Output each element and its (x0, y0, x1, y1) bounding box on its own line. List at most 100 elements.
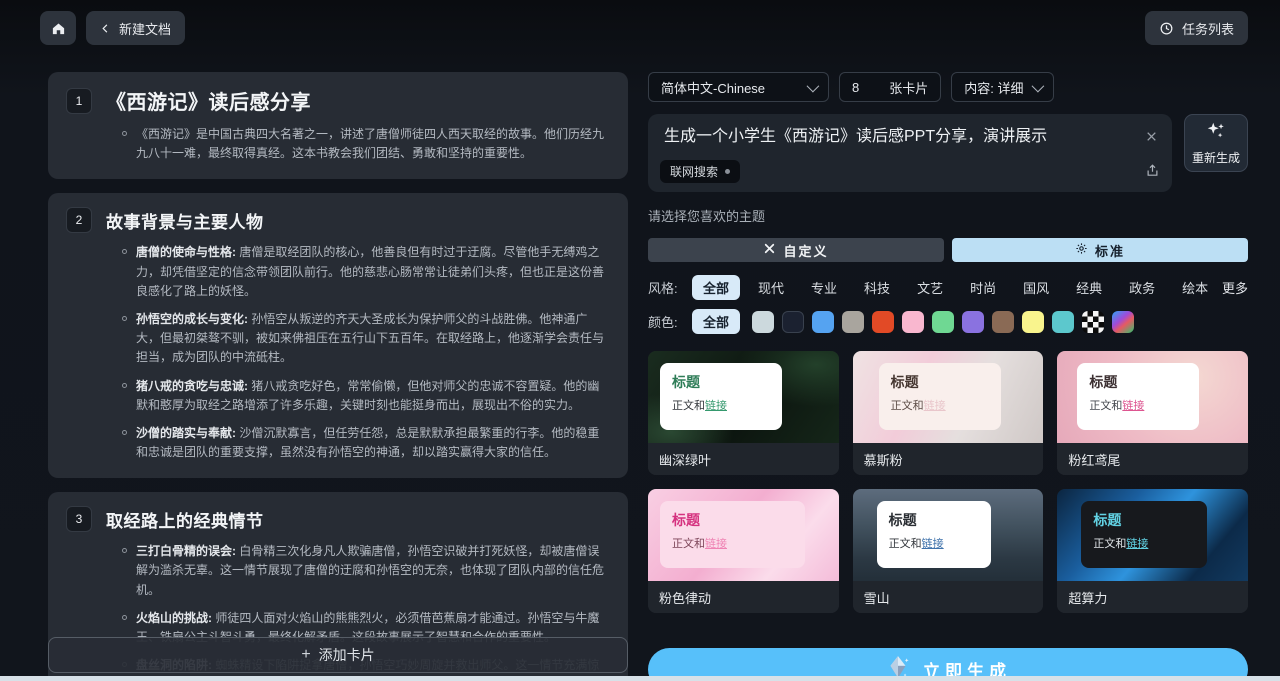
add-card-button[interactable]: + 添加卡片 (48, 637, 628, 673)
preview-link: 链接 (705, 538, 727, 550)
more-styles-button[interactable]: 更多 (1222, 278, 1248, 297)
style-option[interactable]: 时尚 (970, 275, 996, 300)
web-search-label: 联网搜索 (670, 165, 719, 179)
color-swatch-purple[interactable] (962, 310, 985, 333)
card-count-unit-label: 张卡片 (889, 80, 929, 96)
color-swatch-blue[interactable] (812, 310, 835, 333)
theme-thumbnail: 标题 正文和链接 (852, 489, 1044, 581)
theme-card-grid: 标题 正文和链接 幽深绿叶 标题 正文和链接 慕斯粉 标题 正文和链接 粉红鸢尾… (648, 351, 1248, 613)
generation-panel: 简体中文-Chinese 8 张卡片 内容: 详细 生成一个小学生《西游记》读后… (648, 72, 1248, 681)
color-swatch-orange-red[interactable] (872, 310, 895, 333)
theme-card[interactable]: 标题 正文和链接 粉红鸢尾 (1057, 351, 1248, 475)
gear-icon (1075, 242, 1088, 258)
theme-thumbnail: 标题 正文和链接 (648, 351, 839, 443)
color-swatch-yellow[interactable] (1022, 310, 1045, 333)
color-swatch-dark-navy[interactable] (782, 310, 805, 333)
color-all-button[interactable]: 全部 (692, 309, 741, 334)
style-option[interactable]: 科技 (864, 275, 890, 300)
bullet-item: 唐僧的使命与性格: 唐僧是取经团队的核心，他善良但有时过于迂腐。尽管他手无缚鸡之… (122, 243, 610, 301)
bullet-marker-icon (122, 548, 127, 554)
swatch-list (752, 310, 1135, 333)
style-option[interactable]: 专业 (811, 275, 837, 300)
bullet-list: 《西游记》是中国古典四大名著之一，讲述了唐僧师徒四人西天取经的故事。他们历经九九… (122, 125, 610, 163)
prompt-text[interactable]: 生成一个小学生《西游记》读后感PPT分享，演讲展示 (664, 127, 1132, 148)
color-swatch-pink[interactable] (902, 310, 925, 333)
style-options: 全部 现代 专业 科技 文艺 时尚 国风 经典 政务 绘本 自 (692, 275, 1222, 300)
preview-body-text: 正文和 (890, 400, 924, 412)
bullet-item: 孙悟空的成长与变化: 孙悟空从叛逆的齐天大圣成长为保护师父的斗战胜佛。他神通广大… (122, 310, 610, 368)
color-swatch-brown[interactable] (992, 310, 1015, 333)
outline-card[interactable]: 1 《西游记》读后感分享 《西游记》是中国古典四大名著之一，讲述了唐僧师徒四人西… (48, 72, 628, 180)
preview-body-text: 正文和 (1089, 400, 1123, 412)
share-upload-icon (1145, 163, 1160, 181)
theme-card[interactable]: 标题 正文和链接 幽深绿叶 (648, 351, 839, 475)
style-option[interactable]: 全部 (692, 275, 741, 300)
theme-thumbnail: 标题 正文和链接 (852, 351, 1044, 443)
tab-custom[interactable]: 自定义 (648, 238, 944, 262)
regenerate-button[interactable]: 重新生成 (1184, 114, 1248, 172)
home-button[interactable] (40, 11, 76, 45)
outline-card[interactable]: 2 故事背景与主要人物 唐僧的使命与性格: 唐僧是取经团队的核心，他善良但有时过… (48, 193, 628, 479)
color-swatch-black-white[interactable] (1082, 310, 1105, 333)
bullet-item: 沙僧的踏实与奉献: 沙僧沉默寡言，但任劳任怨，总是默默承担最繁重的行李。他的稳重… (122, 424, 610, 462)
home-icon (51, 21, 66, 36)
style-option[interactable]: 经典 (1076, 275, 1102, 300)
preview-body: 正文和链接 (1089, 397, 1187, 413)
color-swatch-light-gray[interactable] (752, 310, 775, 333)
style-option[interactable]: 绘本 (1182, 275, 1208, 300)
language-select[interactable]: 简体中文-Chinese (648, 72, 830, 102)
sparkles-icon (1205, 120, 1227, 145)
theme-name: 粉红鸢尾 (1057, 443, 1248, 475)
theme-name: 粉色律动 (648, 581, 839, 613)
preview-body: 正文和链接 (891, 397, 989, 413)
theme-card[interactable]: 标题 正文和链接 超算力 (1057, 489, 1248, 613)
preview-title: 标题 (890, 374, 919, 390)
style-option[interactable]: 文艺 (917, 275, 943, 300)
content-detail-value: 内容: 详细 (964, 80, 1024, 96)
bullet-marker-icon (122, 249, 127, 255)
style-option[interactable]: 现代 (758, 275, 784, 300)
prompt-footer: 联网搜索 (660, 160, 1160, 183)
theme-preview-slide: 标题 正文和链接 (876, 501, 992, 568)
plus-icon: + (301, 646, 311, 663)
topbar: 新建文档 任务列表 (0, 0, 1280, 56)
color-swatch-teal[interactable] (1052, 310, 1075, 333)
prompt-input[interactable]: 生成一个小学生《西游记》读后感PPT分享，演讲展示 联网搜索 (648, 114, 1172, 192)
color-filter-label: 颜色: (648, 315, 678, 330)
card-number: 3 (66, 506, 92, 533)
bullet-list: 唐僧的使命与性格: 唐僧是取经团队的核心，他善良但有时过于迂腐。尽管他手无缚鸡之… (122, 243, 610, 462)
theme-card[interactable]: 标题 正文和链接 雪山 (852, 489, 1044, 613)
theme-name: 幽深绿叶 (648, 443, 839, 475)
theme-card[interactable]: 标题 正文和链接 粉色律动 (648, 489, 839, 613)
color-swatch-green[interactable] (932, 310, 955, 333)
task-list-button[interactable]: 任务列表 (1144, 11, 1248, 45)
web-search-toggle[interactable]: 联网搜索 (660, 160, 741, 183)
style-option[interactable]: 国风 (1023, 275, 1049, 300)
theme-preview-slide: 标题 正文和链接 (878, 363, 1001, 430)
style-option[interactable]: 政务 (1129, 275, 1155, 300)
clear-prompt-button[interactable] (1145, 130, 1158, 146)
regenerate-label: 重新生成 (1191, 151, 1240, 165)
tab-standard[interactable]: 标准 (952, 238, 1248, 262)
preview-body: 正文和链接 (672, 535, 793, 551)
back-button[interactable]: 新建文档 (86, 11, 186, 45)
color-swatch-gray[interactable] (842, 310, 865, 333)
card-count-value[interactable]: 8 (852, 80, 859, 95)
card-number: 2 (66, 207, 92, 234)
color-swatch-multicolor[interactable] (1112, 310, 1135, 333)
theme-card[interactable]: 标题 正文和链接 慕斯粉 (852, 351, 1044, 475)
card-count-control[interactable]: 8 张卡片 (839, 72, 942, 102)
card-title: 取经路上的经典情节 (106, 511, 264, 531)
preview-body-text: 正文和 (888, 538, 922, 550)
bullet-marker-icon (122, 429, 127, 435)
topbar-left: 新建文档 (40, 11, 186, 45)
card-header: 1 《西游记》读后感分享 (66, 86, 610, 115)
app-window: 新建文档 任务列表 1 《西游记》读后感分享 《西游记》是中国古典四大名著之一，… (0, 0, 1280, 681)
bullet-marker-icon (122, 131, 127, 136)
export-button[interactable] (1145, 163, 1160, 181)
content-detail-select[interactable]: 内容: 详细 (951, 72, 1054, 102)
back-button-label: 新建文档 (119, 21, 172, 37)
bullet-lead: 沙僧的踏实与奉献: (136, 425, 240, 440)
preview-body-text: 正文和 (672, 538, 705, 550)
preview-body: 正文和链接 (889, 535, 979, 551)
